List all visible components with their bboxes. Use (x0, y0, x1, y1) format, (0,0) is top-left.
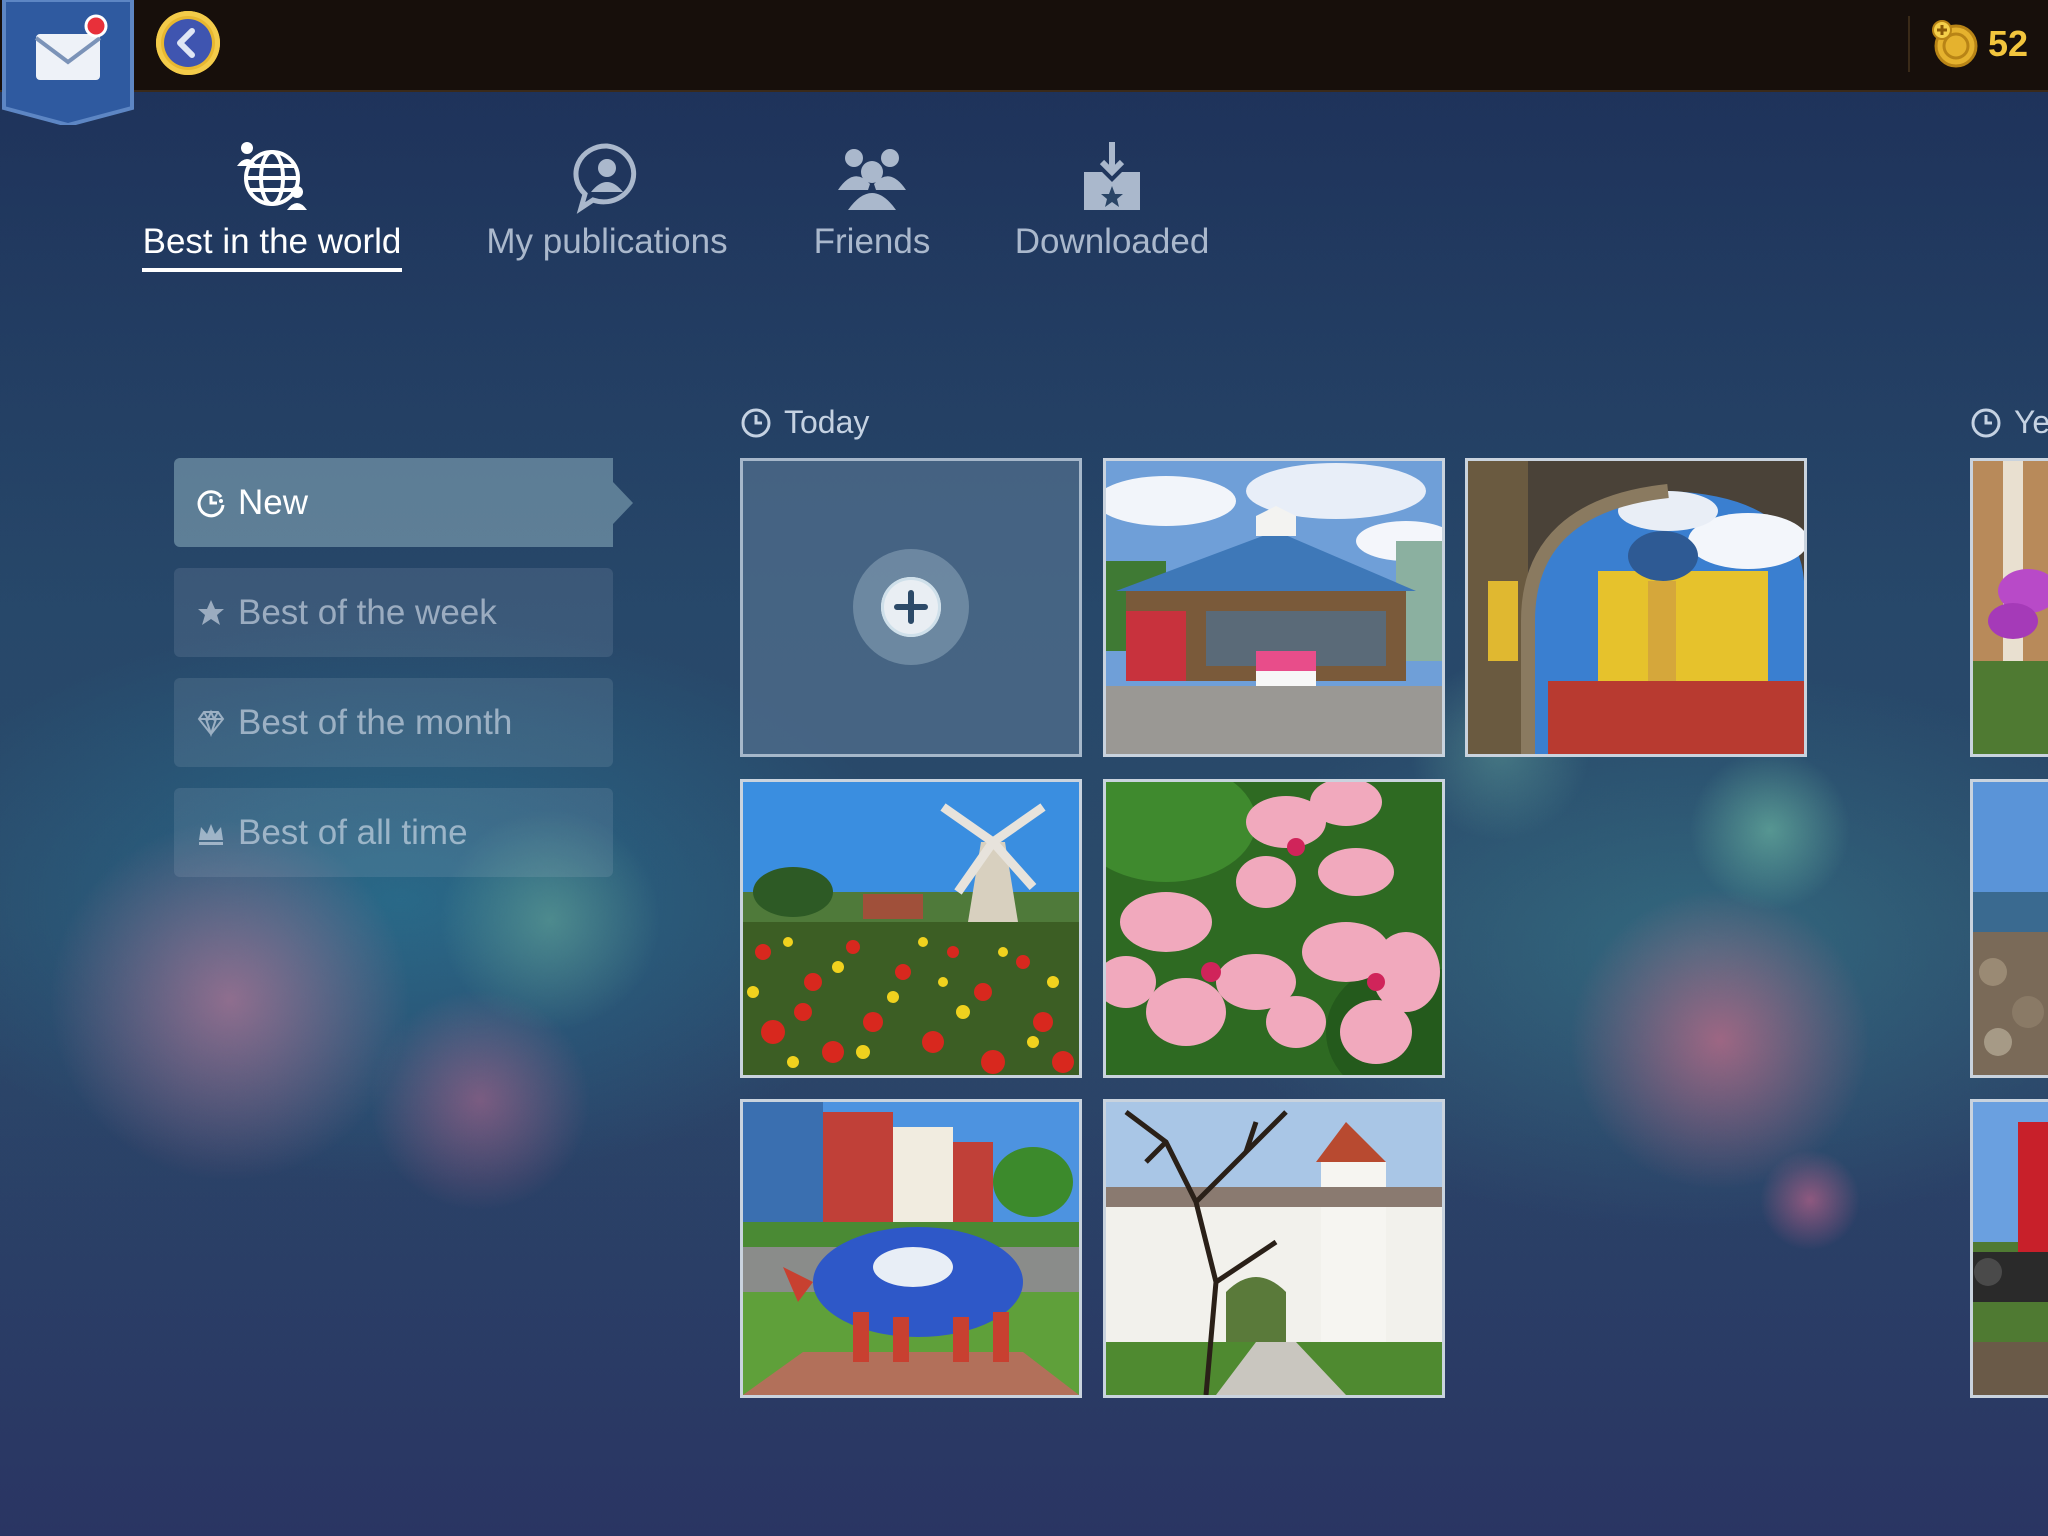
photo-pink-flowers (1106, 782, 1442, 1075)
friends-icon (838, 149, 906, 210)
photo-tile[interactable] (1465, 458, 1807, 757)
photo-tile[interactable] (1103, 779, 1445, 1078)
download-star-icon (1084, 142, 1140, 210)
notification-dot (84, 14, 108, 38)
star-icon (198, 599, 224, 625)
photo-farm-stand (1106, 461, 1442, 754)
section-title-yesterday: Yes (1970, 404, 2048, 441)
tab-label: Friends (813, 222, 931, 261)
photo-tile[interactable] (740, 779, 1082, 1078)
clock-icon (1971, 408, 2001, 437)
filter-label: New (238, 482, 309, 522)
tab-best-in-the-world[interactable]: Best in the world (142, 138, 402, 272)
photo-painted-pig (743, 1102, 1079, 1395)
section-title-text: Yes (2014, 404, 2048, 440)
filter-label: Best of the month (238, 702, 513, 742)
tab-label: My publications (486, 222, 728, 261)
add-button[interactable] (853, 549, 969, 665)
coin-counter[interactable]: 52 (1907, 16, 2028, 72)
filter-best-of-the-month[interactable]: Best of the month (174, 678, 613, 767)
tab-my-publications[interactable]: My publications (482, 138, 732, 262)
tab-friends[interactable]: Friends (792, 138, 952, 262)
filter-new[interactable]: New (174, 458, 633, 547)
envelope-icon (34, 34, 102, 80)
photo-tile[interactable] (1970, 1099, 2048, 1398)
photo-windmill-field (743, 782, 1079, 1075)
diamond-icon (197, 708, 225, 737)
photo-rocky-shore (1973, 782, 2048, 1075)
filter-label: Best of all time (238, 812, 468, 852)
coin-count: 52 (1987, 23, 2028, 64)
photo-red-train (1973, 1102, 2048, 1395)
photo-castle-gate (1106, 1102, 1442, 1395)
filter-best-of-the-week[interactable]: Best of the week (174, 568, 613, 657)
tab-downloaded[interactable]: Downloaded (1012, 138, 1212, 262)
globe-people-icon (237, 142, 307, 210)
add-photo-tile[interactable] (740, 458, 1082, 757)
back-button[interactable] (156, 11, 220, 75)
photo-tile[interactable] (1970, 458, 2048, 757)
tab-label: Best in the world (142, 222, 402, 261)
top-bar (0, 0, 2048, 92)
chevron-left-icon (177, 28, 195, 58)
user-speech-icon (573, 143, 637, 214)
photo-palace-arch (1468, 461, 1804, 754)
section-title-today: Today (740, 404, 869, 441)
mail-button[interactable] (0, 0, 134, 125)
photo-tile[interactable] (1103, 1099, 1445, 1398)
plus-icon (894, 590, 928, 624)
tab-label: Downloaded (1014, 222, 1210, 261)
photo-tile[interactable] (1970, 779, 2048, 1078)
clock-icon (741, 408, 771, 437)
crown-icon (199, 823, 223, 845)
section-title-text: Today (784, 404, 870, 440)
clock-icon (197, 489, 225, 517)
coin-icon (1931, 20, 1978, 68)
filter-best-of-all-time[interactable]: Best of all time (174, 788, 613, 877)
photo-tile[interactable] (740, 1099, 1082, 1398)
divider (1907, 16, 1910, 72)
photo-purple-flower (1973, 461, 2048, 754)
active-tab-underline (142, 268, 402, 272)
photo-tile[interactable] (1103, 458, 1445, 757)
filter-label: Best of the week (238, 592, 497, 632)
